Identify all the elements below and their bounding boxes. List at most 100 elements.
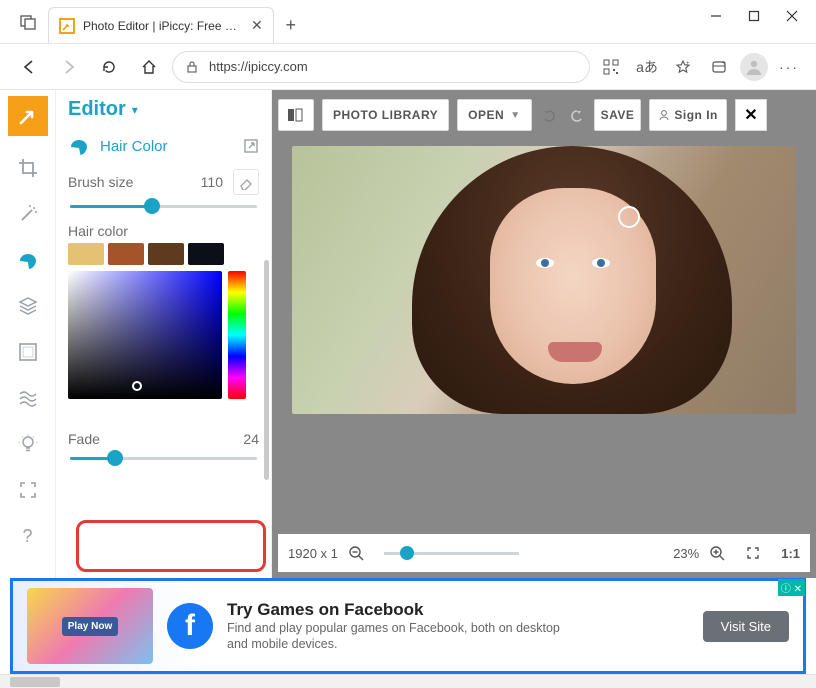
canvas-image[interactable] xyxy=(292,146,796,414)
undo-button[interactable] xyxy=(540,108,558,122)
editor-title: Editor xyxy=(68,98,126,121)
more-menu-button[interactable]: ··· xyxy=(774,52,804,82)
home-button[interactable] xyxy=(132,50,166,84)
swatch-brown[interactable] xyxy=(148,243,184,265)
crop-tool-icon[interactable] xyxy=(6,148,50,188)
ad-headline: Try Games on Facebook xyxy=(227,600,689,620)
image-dimensions: 1920 x 1 xyxy=(288,546,338,561)
hue-slider[interactable] xyxy=(228,271,246,399)
brush-size-row: Brush size 110 xyxy=(56,163,271,197)
window-controls xyxy=(710,0,816,22)
ad-cta-button[interactable]: Visit Site xyxy=(703,611,789,642)
hair-color-label: Hair color xyxy=(56,215,271,243)
fullscreen-icon[interactable] xyxy=(6,470,50,510)
url-field[interactable]: https://ipiccy.com xyxy=(172,51,590,83)
tab-manager-button[interactable] xyxy=(8,2,48,42)
ipiccy-favicon xyxy=(59,18,75,34)
tab-well: Photo Editor | iPiccy: Free Online ✕ + xyxy=(0,0,308,44)
tab-close-icon[interactable]: ✕ xyxy=(251,17,263,34)
browser-tab[interactable]: Photo Editor | iPiccy: Free Online ✕ xyxy=(48,7,274,43)
qr-icon[interactable] xyxy=(596,52,626,82)
sign-in-button[interactable]: Sign In xyxy=(649,99,727,131)
save-button[interactable]: SAVE xyxy=(594,99,642,131)
svg-text:+: + xyxy=(722,60,726,67)
tool-rail: ? xyxy=(0,90,56,578)
editor-header[interactable]: Editor ▾ xyxy=(56,98,271,129)
tab-title: Photo Editor | iPiccy: Free Online xyxy=(83,19,243,33)
frame-icon[interactable] xyxy=(6,332,50,372)
ipiccy-logo[interactable] xyxy=(8,96,48,136)
tool-panel: Editor ▾ Hair Color Brush size 110 Hair … xyxy=(56,90,272,578)
chevron-down-icon: ▼ xyxy=(510,110,520,121)
tool-name: Hair Color xyxy=(100,138,168,155)
horizontal-scrollbar[interactable] xyxy=(0,674,816,688)
ad-banner: Play Now f Try Games on Facebook Find an… xyxy=(10,578,806,674)
retouch-tool-icon[interactable] xyxy=(6,240,50,280)
refresh-button[interactable] xyxy=(92,50,126,84)
ipiccy-app: ? Editor ▾ Hair Color Brush size 110 Hai… xyxy=(0,90,816,578)
one-to-one-button[interactable]: 1:1 xyxy=(781,546,800,561)
zoom-slider[interactable] xyxy=(384,544,519,562)
fade-slider[interactable] xyxy=(70,449,257,467)
ad-sub: Find and play popular games on Facebook,… xyxy=(227,620,567,653)
compare-toggle[interactable] xyxy=(278,99,314,131)
help-icon[interactable]: ? xyxy=(6,516,50,556)
new-tab-button[interactable]: + xyxy=(274,8,308,42)
zoom-out-button[interactable] xyxy=(348,545,374,561)
ad-close-badge[interactable]: ⓘ ✕ xyxy=(778,579,805,596)
favorite-icon[interactable]: + xyxy=(668,52,698,82)
popout-icon[interactable] xyxy=(243,138,259,154)
zoom-percent: 23% xyxy=(673,546,699,561)
layers-icon[interactable] xyxy=(6,286,50,326)
lightbulb-icon[interactable] xyxy=(6,424,50,464)
svg-text:+: + xyxy=(686,61,690,67)
address-bar: https://ipiccy.com aあ + + ··· xyxy=(0,44,816,90)
fade-label: Fade xyxy=(68,431,100,447)
eraser-button[interactable] xyxy=(233,169,259,195)
ad-play-label: Play Now xyxy=(62,617,118,636)
zoom-in-button[interactable] xyxy=(709,545,735,561)
canvas-toolbar: PHOTO LIBRARY OPEN▼ SAVE Sign In ✕ xyxy=(278,96,810,134)
canvas-statusbar: 1920 x 1 23% 1:1 xyxy=(278,534,810,572)
facebook-logo-icon: f xyxy=(167,603,213,649)
hair-silhouette-icon xyxy=(68,135,90,157)
canvas-area: PHOTO LIBRARY OPEN▼ SAVE Sign In ✕ 1920 … xyxy=(272,90,816,578)
tool-header: Hair Color xyxy=(56,129,271,163)
panel-scrollbar[interactable] xyxy=(264,260,269,480)
picker-cursor xyxy=(132,381,142,391)
back-button[interactable] xyxy=(12,50,46,84)
color-picker xyxy=(68,271,259,399)
maximize-button[interactable] xyxy=(748,10,760,22)
minimize-button[interactable] xyxy=(710,10,722,22)
brush-size-slider[interactable] xyxy=(70,197,257,215)
swatch-auburn[interactable] xyxy=(108,243,144,265)
photo-library-button[interactable]: PHOTO LIBRARY xyxy=(322,99,449,131)
chevron-down-icon: ▾ xyxy=(132,103,138,117)
swatch-blonde[interactable] xyxy=(68,243,104,265)
color-swatches xyxy=(56,243,271,265)
brush-size-value: 110 xyxy=(201,174,223,190)
forward-button[interactable] xyxy=(52,50,86,84)
brush-size-label: Brush size xyxy=(68,174,133,190)
collections-icon[interactable]: + xyxy=(704,52,734,82)
redo-button[interactable] xyxy=(568,108,586,122)
fade-value: 24 xyxy=(243,431,259,447)
texture-icon[interactable] xyxy=(6,378,50,418)
window-close-button[interactable] xyxy=(786,10,798,22)
brush-cursor xyxy=(618,206,640,228)
lock-icon xyxy=(185,60,199,74)
ad-thumbnail[interactable]: Play Now xyxy=(27,588,153,664)
close-panel-button[interactable]: ✕ xyxy=(735,99,767,131)
url-text: https://ipiccy.com xyxy=(209,59,308,74)
saturation-value-field[interactable] xyxy=(68,271,222,399)
address-bar-actions: aあ + + ··· xyxy=(596,52,804,82)
open-button[interactable]: OPEN▼ xyxy=(457,99,531,131)
profile-avatar[interactable] xyxy=(740,53,768,81)
fit-screen-button[interactable] xyxy=(745,545,771,561)
translate-icon[interactable]: aあ xyxy=(632,52,662,82)
ad-text: Try Games on Facebook Find and play popu… xyxy=(227,600,689,653)
window-titlebar: Photo Editor | iPiccy: Free Online ✕ + xyxy=(0,0,816,44)
fade-row: Fade 24 xyxy=(56,421,271,449)
magic-wand-icon[interactable] xyxy=(6,194,50,234)
swatch-black[interactable] xyxy=(188,243,224,265)
